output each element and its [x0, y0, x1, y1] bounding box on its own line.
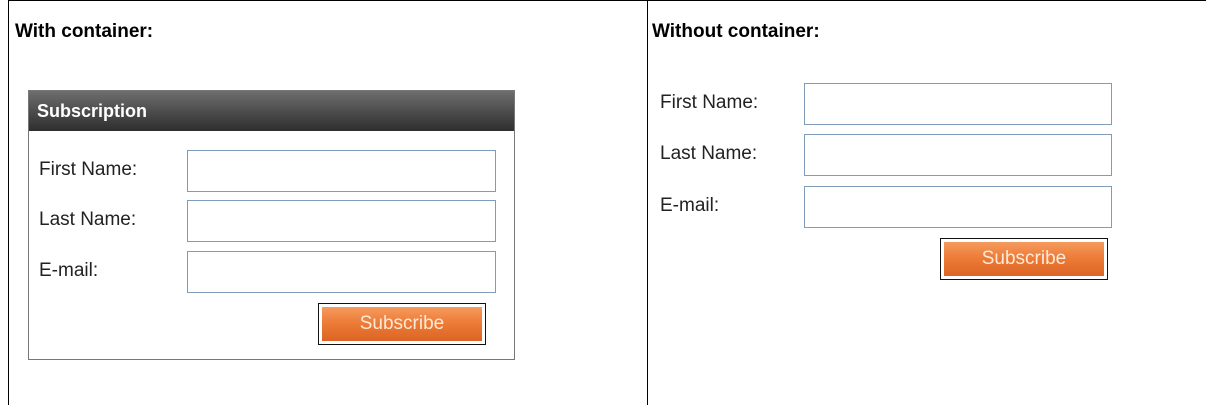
- first-name-input[interactable]: [187, 150, 496, 192]
- last-name-row: Last Name:: [39, 200, 496, 242]
- subscribe-button-label: Subscribe: [944, 242, 1104, 276]
- last-name-label: Last Name:: [660, 143, 758, 164]
- first-name-row: First Name:: [660, 83, 1112, 125]
- last-name-input[interactable]: [804, 134, 1112, 176]
- subscribe-button[interactable]: Subscribe: [318, 303, 486, 345]
- panel-without-container: Without container: First Name: Last Name…: [648, 0, 1206, 405]
- subscribe-button-label: Subscribe: [322, 307, 482, 341]
- last-name-label: Last Name:: [39, 209, 137, 230]
- first-name-label: First Name:: [39, 159, 138, 180]
- panel-with-container: With container: Subscription First Name:…: [8, 0, 648, 405]
- email-label: E-mail:: [39, 260, 99, 281]
- email-label: E-mail:: [660, 195, 720, 216]
- first-name-label: First Name:: [660, 92, 759, 113]
- panel-heading: With container:: [15, 21, 154, 42]
- email-input[interactable]: [804, 186, 1112, 228]
- last-name-input[interactable]: [187, 200, 496, 242]
- email-row: E-mail:: [660, 186, 1112, 228]
- panel-heading: Without container:: [652, 21, 820, 42]
- container-title: Subscription: [29, 91, 514, 131]
- email-input[interactable]: [187, 251, 496, 293]
- subscription-container: Subscription First Name: Last Name: E-ma…: [28, 90, 515, 360]
- email-row: E-mail:: [39, 251, 496, 293]
- last-name-row: Last Name:: [660, 134, 1112, 176]
- subscribe-button[interactable]: Subscribe: [940, 238, 1108, 280]
- first-name-input[interactable]: [804, 83, 1112, 125]
- first-name-row: First Name:: [39, 150, 496, 192]
